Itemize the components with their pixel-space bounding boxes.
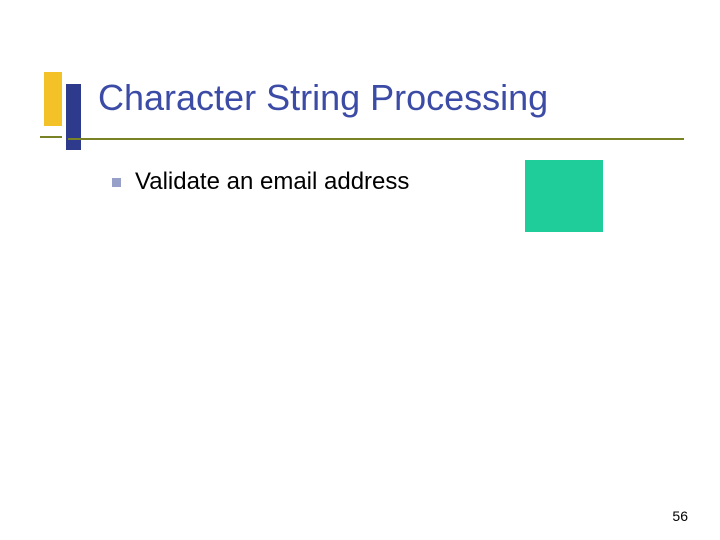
navy-accent-block	[66, 84, 81, 150]
bullet-list: Validate an email address	[112, 168, 409, 196]
slide-title-area: Character String Processing	[98, 78, 660, 118]
olive-accent-line	[40, 136, 62, 138]
page-number: 56	[672, 508, 688, 524]
slide-title: Character String Processing	[98, 78, 660, 118]
bullet-square-icon	[112, 178, 121, 187]
title-decoration	[40, 72, 90, 172]
title-underline	[68, 138, 684, 140]
bullet-text: Validate an email address	[135, 168, 409, 196]
yellow-accent-block	[44, 72, 62, 126]
list-item: Validate an email address	[112, 168, 409, 196]
green-action-button[interactable]	[525, 160, 603, 232]
